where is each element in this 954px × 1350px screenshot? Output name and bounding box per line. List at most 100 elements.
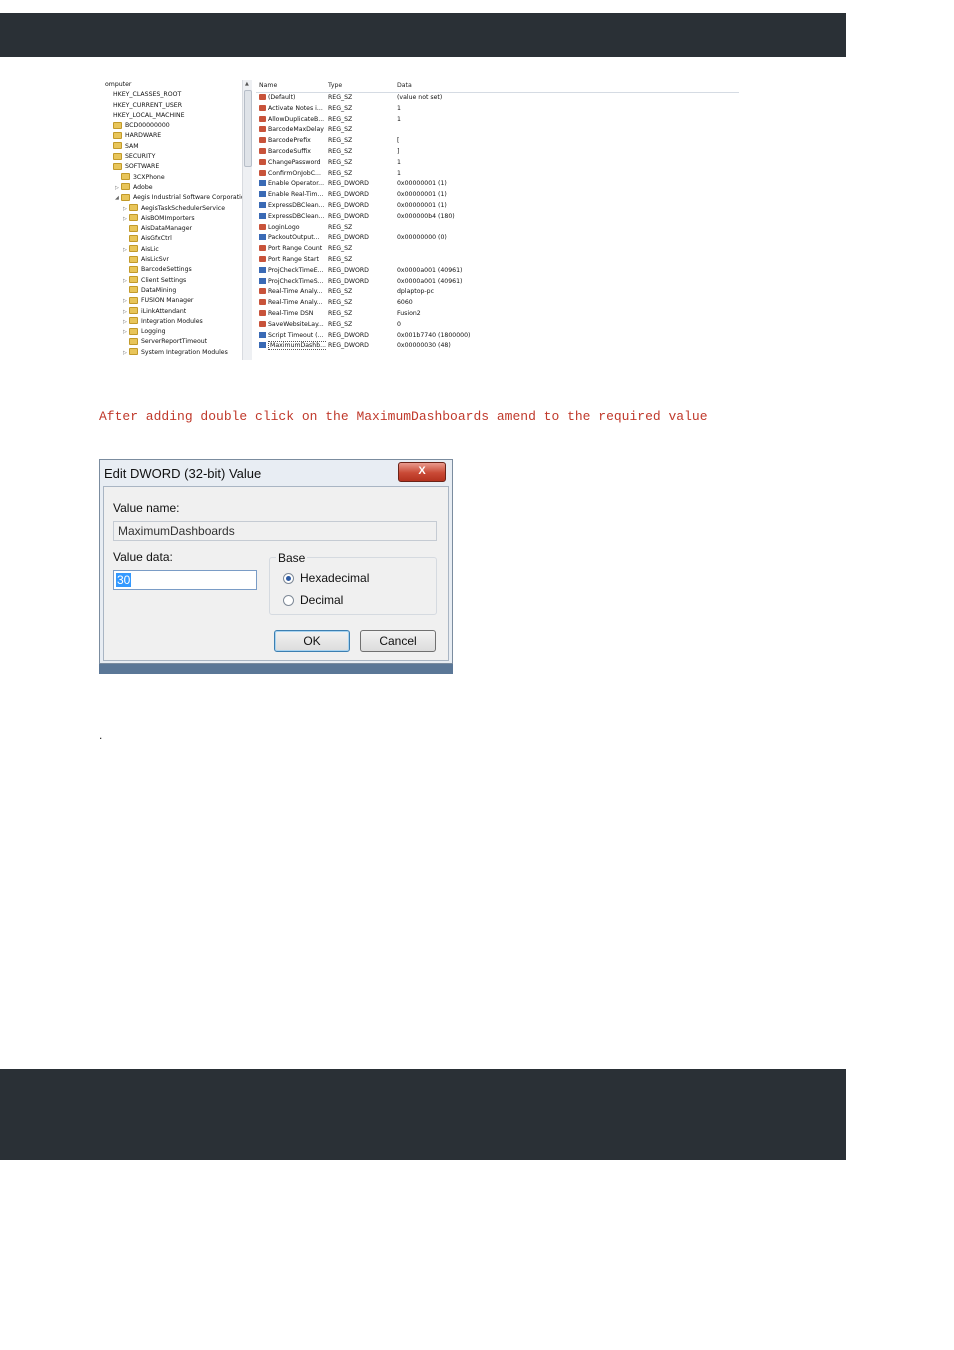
scrollbar-thumb[interactable] — [244, 90, 252, 167]
registry-value-row[interactable]: AllowDuplicateB... REG_SZ 1 — [256, 115, 739, 126]
value-data-input[interactable]: 30 — [113, 570, 257, 590]
tree-node[interactable]: omputer — [99, 80, 242, 90]
tree-node-label: AegisTaskSchedulerService — [141, 204, 225, 212]
registry-value-row[interactable]: Port Range Count REG_SZ — [256, 244, 739, 255]
registry-value-row[interactable]: ConfirmOnJobC... REG_SZ 1 — [256, 169, 739, 180]
tree-node[interactable]: ▷ Integration Modules — [99, 317, 242, 327]
value-type-cell: REG_DWORD — [328, 212, 369, 220]
value-type-cell: REG_SZ — [328, 223, 353, 231]
edit-dword-dialog: Edit DWORD (32-bit) Value X Value name: … — [99, 459, 453, 664]
decimal-label[interactable]: Decimal — [300, 593, 343, 607]
tree-node-label: AisGfxCtrl — [141, 235, 172, 243]
value-name-text: Real-Time DSN — [268, 309, 314, 317]
tree-node-label: ServerReportTimeout — [141, 338, 208, 346]
cancel-button[interactable]: Cancel — [360, 630, 436, 652]
value-name-text: SaveWebsiteLay... — [268, 320, 324, 328]
value-name-cell: SaveWebsiteLay... — [259, 320, 327, 331]
registry-value-row[interactable]: LoginLogo REG_SZ — [256, 223, 739, 234]
value-name-cell: ProjCheckTimeS... — [259, 277, 327, 288]
folder-icon — [121, 173, 130, 181]
value-data-cell: 0x00000001 (1) — [397, 201, 447, 209]
tree-node-label: SECURITY — [125, 153, 156, 161]
dword-value-icon — [259, 180, 266, 187]
registry-value-row[interactable]: Real-Time Analy... REG_SZ dplaptop-pc — [256, 287, 739, 298]
instruction-caption: After adding double click on the Maximum… — [99, 409, 708, 424]
base-label: Base — [276, 551, 308, 565]
registry-value-row[interactable]: ProjCheckTimeE... REG_DWORD 0x0000a001 (40… — [256, 266, 739, 277]
registry-value-row[interactable]: BarcodeSuffix REG_SZ] — [256, 147, 739, 158]
registry-value-row[interactable]: Enable Real-Tim... REG_DWORD 0x00000001 (1… — [256, 190, 739, 201]
tree-node[interactable]: BarcodeSettings — [99, 265, 242, 275]
ok-button[interactable]: OK — [274, 630, 350, 652]
registry-value-row[interactable]: BarcodePrefix REG_SZ [ — [256, 136, 739, 147]
registry-value-row[interactable]: ExpressDBClean... REG_DWORD 0x00000001 (1) — [256, 201, 739, 212]
tree-node[interactable]: ▷ System Integration Modules — [99, 348, 242, 358]
tree-node[interactable]: ▷ iLinkAttendant — [99, 307, 242, 317]
registry-value-row[interactable]: Real-Time Analy... REG_SZ 6060 — [256, 298, 739, 309]
tree-scrollbar[interactable]: ▲ — [242, 80, 252, 360]
column-header-data[interactable]: Data — [397, 80, 737, 92]
registry-value-row[interactable]: (Default) REG_SZ (value not set) — [256, 93, 739, 104]
tree-node[interactable]: HKEY_CURRENT_USER — [99, 101, 242, 111]
tree-node[interactable]: ▷ AisBOMImporters — [99, 214, 242, 224]
tree-node[interactable]: SOFTWARE — [99, 162, 242, 172]
tree-node[interactable]: ▷ AisLic — [99, 245, 242, 255]
hexadecimal-radio[interactable] — [283, 573, 294, 584]
tree-node[interactable]: ▷ FUSION Manager — [99, 296, 242, 306]
scroll-up-arrow-icon[interactable]: ▲ — [245, 81, 249, 87]
tree-node[interactable]: SAM — [99, 142, 242, 152]
tree-node[interactable]: ◢ Aegis Industrial Software Corporation — [99, 193, 242, 203]
dialog-body: Value name: MaximumDashboards Value data… — [103, 486, 449, 661]
registry-value-row[interactable]: BarcodeMaxDelay REG_SZ — [256, 125, 739, 136]
dword-value-icon — [259, 331, 266, 338]
tree-node[interactable]: 3CXPhone — [99, 173, 242, 183]
tree-node[interactable]: AisDataManager — [99, 224, 242, 234]
registry-value-row[interactable]: MaximumDashb... REG_DWORD 0x00000030 (48) — [256, 341, 739, 352]
dword-value-icon — [259, 266, 266, 273]
hexadecimal-label[interactable]: Hexadecimal — [300, 571, 369, 585]
tree-node-label: HKEY_LOCAL_MACHINE — [113, 111, 185, 119]
registry-value-row[interactable]: Real-Time DSN REG_SZ Fusion2 — [256, 309, 739, 320]
value-name-cell: Enable Operator... — [259, 179, 327, 190]
tree-node[interactable]: ▷ Logging — [99, 327, 242, 337]
registry-value-row[interactable]: PackoutOutput... REG_DWORD 0x00000000 (0) — [256, 233, 739, 244]
tree-node[interactable]: AisLicSvr — [99, 255, 242, 265]
tree-node-label: omputer — [105, 81, 132, 88]
tree-node[interactable]: SECURITY — [99, 152, 242, 162]
tree-node[interactable]: BCD00000000 — [99, 121, 242, 131]
string-value-icon — [259, 94, 266, 100]
column-header-type[interactable]: Type — [328, 80, 394, 92]
value-type-cell: REG_SZ — [328, 94, 353, 101]
registry-value-row[interactable]: SaveWebsiteLay... REG_SZ 0 — [256, 320, 739, 331]
close-button[interactable]: X — [398, 462, 446, 482]
registry-value-row[interactable]: ChangePassword REG_SZ 1 — [256, 158, 739, 169]
value-name-cell: Script Timeout (... — [259, 331, 327, 342]
registry-value-row[interactable]: ProjCheckTimeS... REG_DWORD 0x0000a001 (40… — [256, 277, 739, 288]
tree-node[interactable]: HKEY_CLASSES_ROOT — [99, 90, 242, 100]
tree-node[interactable]: DataMining — [99, 286, 242, 296]
registry-value-row[interactable]: Port Range Start REG_SZ — [256, 255, 739, 266]
tree-node[interactable]: HARDWARE — [99, 131, 242, 141]
tree-node[interactable]: HKEY_LOCAL_MACHINE — [99, 111, 242, 121]
tree-node[interactable]: AisGfxCtrl — [99, 234, 242, 244]
value-name-text: Real-Time Analy... — [268, 299, 323, 307]
value-data-cell: 0x00000000 (0) — [397, 234, 447, 242]
registry-value-row[interactable]: ExpressDBClean... REG_DWORD 0x000000b4 (18… — [256, 212, 739, 223]
registry-value-row[interactable]: Script Timeout (... REG_DWORD 0x001b7740 (… — [256, 331, 739, 342]
tree-node[interactable]: ▷ AegisTaskSchedulerService — [99, 204, 242, 214]
tree-node[interactable]: ▷ Adobe — [99, 183, 242, 193]
registry-value-row[interactable]: Enable Operator... REG_DWORD 0x00000001 (1… — [256, 179, 739, 190]
tree-node-label: 3CXPhone — [133, 173, 165, 181]
registry-value-row[interactable]: Activate Notes i... REG_SZ 1 — [256, 104, 739, 115]
column-header-name[interactable]: Name — [259, 80, 327, 92]
value-data-cell: 0x001b7740 (1800000) — [397, 331, 471, 339]
string-value-icon — [259, 223, 266, 230]
tree-node[interactable]: ServerReportTimeout — [99, 337, 242, 347]
value-data-cell: 0x0000a001 (40961) — [397, 277, 463, 285]
decimal-radio[interactable] — [283, 595, 294, 606]
string-value-icon — [259, 115, 266, 122]
tree-node[interactable]: ▷ Client Settings — [99, 276, 242, 286]
value-name-text: BarcodeSuffix — [268, 147, 311, 155]
dword-value-icon — [259, 234, 266, 241]
value-type-cell: REG_SZ — [328, 104, 353, 112]
